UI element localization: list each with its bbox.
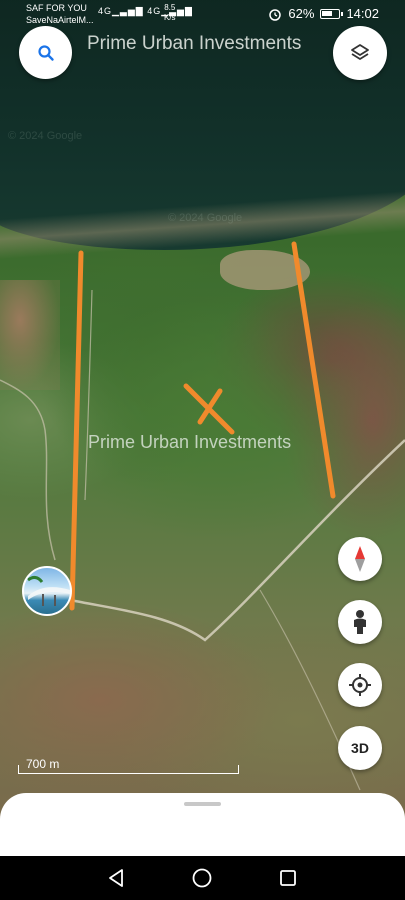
search-icon <box>37 44 54 61</box>
back-triangle-icon <box>109 869 123 887</box>
network-speed: 8.5 K/s <box>164 3 176 23</box>
bottom-sheet[interactable] <box>0 793 405 856</box>
right-boundary-line <box>291 241 336 499</box>
recents-button[interactable] <box>276 866 300 890</box>
back-button[interactable] <box>104 866 128 890</box>
status-bar: SAF FOR YOU SaveNaAirtelM... 4G▁▃▅▇ 4G▁▃… <box>0 0 405 28</box>
battery-icon <box>320 8 344 19</box>
title-overlay: Prime Urban Investments <box>87 33 302 54</box>
scale-bar <box>18 765 239 774</box>
search-button[interactable] <box>19 26 72 79</box>
my-location-button[interactable] <box>338 663 382 707</box>
carrier-name-2: SaveNaAirtelM... <box>26 15 94 25</box>
3d-toggle-button[interactable]: 3D <box>338 726 382 770</box>
pegman-icon <box>354 610 366 634</box>
system-nav-bar <box>0 856 405 900</box>
dirt-path <box>0 379 56 561</box>
status-right: 62% 14:02 <box>268 6 379 21</box>
speed-value: 8.5 <box>164 3 176 12</box>
my-location-icon <box>349 674 371 696</box>
carrier-name-1: SAF FOR YOU <box>26 3 87 13</box>
speed-unit: K/s <box>164 13 176 22</box>
street-view-button[interactable] <box>338 600 382 644</box>
track-path <box>84 289 93 501</box>
sheet-drag-handle[interactable] <box>184 802 221 806</box>
alarm-icon <box>269 8 282 21</box>
center-watermark: Prime Urban Investments <box>88 432 292 452</box>
recents-square-icon <box>280 870 296 886</box>
clock-time: 14:02 <box>346 6 379 21</box>
left-boundary-line <box>69 250 84 611</box>
compass-button[interactable] <box>338 537 382 581</box>
battery-percent: 62% <box>288 6 315 21</box>
signal-icons: 4G▁▃▅▇ 4G▁▃▅▇ <box>98 6 193 16</box>
compass-icon <box>355 546 365 572</box>
layers-icon <box>351 44 369 60</box>
place-photo-thumbnail[interactable] <box>22 566 72 616</box>
home-button[interactable] <box>190 866 214 890</box>
home-circle-icon <box>192 868 212 888</box>
layers-button[interactable] <box>333 26 387 80</box>
